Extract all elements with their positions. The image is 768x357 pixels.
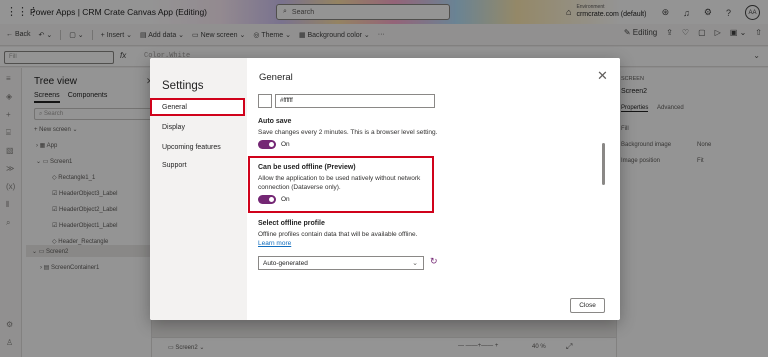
toggle-label: On [281,196,290,203]
offline-description: Allow the application to be used nativel… [258,175,421,191]
toggle-switch-icon [258,195,276,204]
settings-nav: Settings General Display Upcoming featur… [150,58,247,320]
autosave-toggle[interactable]: On [258,140,508,149]
nav-item-support[interactable]: Support [162,162,187,169]
offline-profile-section: Select offline profile Offline profiles … [258,220,508,248]
color-swatch[interactable] [258,94,272,108]
toggle-label: On [281,141,290,148]
content-title: General [259,72,293,83]
nav-item-general[interactable]: General [150,98,245,116]
chevron-down-icon: ⌄ [412,260,418,267]
offline-section: Can be used offline (Preview) Allow the … [258,164,434,204]
close-icon[interactable]: ✕ [597,68,608,84]
close-button[interactable]: Close [570,298,605,313]
autosave-section: Auto save Save changes every 2 minutes. … [258,118,508,149]
nav-item-label: General [162,104,187,111]
offline-profile-dropdown[interactable]: Auto-generated ⌄ [258,256,424,270]
offline-profile-description: Offline profiles contain data that will … [258,231,418,238]
settings-title: Settings [162,80,204,92]
dropdown-value: Auto-generated [263,260,308,267]
learn-more-link[interactable]: Learn more [258,239,508,248]
color-value-input[interactable]: #ffffff [275,94,435,108]
offline-profile-heading: Select offline profile [258,220,325,227]
refresh-icon[interactable]: ↻ [430,256,438,267]
autosave-heading: Auto save [258,118,292,125]
offline-heading: Can be used offline (Preview) [258,164,356,171]
nav-item-upcoming-features[interactable]: Upcoming features [162,144,221,151]
autosave-description: Save changes every 2 minutes. This is a … [258,129,438,136]
offline-toggle[interactable]: On [258,195,434,204]
nav-item-display[interactable]: Display [162,124,185,131]
toggle-switch-icon [258,140,276,149]
scrollbar[interactable] [602,143,605,185]
